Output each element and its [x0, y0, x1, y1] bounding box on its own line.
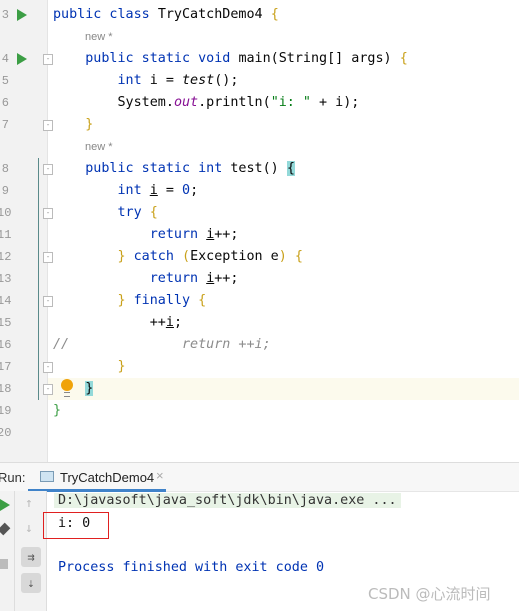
- run-tab-label: TryCatchDemo4: [60, 470, 155, 485]
- console-side-toolbar: ↑ ↓ ⇉ ⇣: [15, 491, 47, 611]
- line-number: 10: [0, 206, 12, 220]
- code-vision-hint[interactable]: new *: [85, 31, 113, 43]
- fold-icon[interactable]: -: [43, 54, 53, 65]
- fold-icon[interactable]: -: [43, 208, 53, 219]
- wrench-icon[interactable]: [0, 522, 11, 536]
- down-arrow-icon[interactable]: ↓: [25, 521, 33, 536]
- run-toolbar: Run: TryCatchDemo4 ×: [0, 462, 519, 492]
- line-number: 11: [0, 228, 12, 242]
- close-tab-icon[interactable]: ×: [156, 468, 164, 483]
- rerun-icon[interactable]: [0, 499, 10, 511]
- soft-wrap-icon[interactable]: ⇉: [21, 547, 41, 567]
- run-tab[interactable]: TryCatchDemo4 ×: [28, 463, 166, 492]
- line-number: 7: [1, 118, 9, 132]
- code-line: public static int test() {: [85, 161, 295, 176]
- line-number: 5: [1, 74, 9, 88]
- line-number: 6: [1, 96, 9, 110]
- line-number: 12: [0, 250, 12, 264]
- line-number: 20: [0, 426, 12, 440]
- line-number: 8: [1, 162, 9, 176]
- fold-icon[interactable]: -: [43, 296, 53, 307]
- scroll-to-end-icon[interactable]: ⇣: [21, 573, 41, 593]
- line-number: 19: [0, 404, 12, 418]
- fold-icon[interactable]: -: [43, 252, 53, 263]
- highlight-box: [43, 512, 109, 539]
- code-line: }: [85, 117, 94, 132]
- line-number: 13: [0, 272, 12, 286]
- current-line-highlight: [48, 378, 519, 400]
- stop-icon[interactable]: [0, 559, 8, 569]
- code-line: }: [53, 403, 62, 418]
- line-number: 3: [1, 8, 9, 22]
- fold-icon[interactable]: -: [43, 362, 53, 373]
- code-line: public static void main(String[] args) {: [85, 51, 408, 66]
- console-command-line: D:\javasoft\java_soft\jdk\bin\java.exe .…: [54, 493, 401, 508]
- line-number: 18: [0, 382, 12, 396]
- code-line: // return ++i;: [53, 337, 271, 352]
- line-number: 17: [0, 360, 12, 374]
- change-marker: [38, 158, 39, 400]
- code-line: try {: [117, 205, 158, 220]
- run-main-icon[interactable]: [17, 53, 27, 65]
- fold-icon[interactable]: -: [43, 164, 53, 175]
- code-line: int i = test();: [117, 73, 239, 88]
- line-number: 4: [1, 52, 9, 66]
- line-number: 14: [0, 294, 12, 308]
- fold-icon[interactable]: -: [43, 120, 53, 131]
- console-icon: [40, 471, 54, 482]
- watermark: CSDN @心流时间: [368, 585, 491, 603]
- code-line: int i = 0;: [117, 183, 199, 198]
- line-number: 9: [1, 184, 9, 198]
- code-line: System.out.println("i: " + i);: [53, 95, 360, 110]
- line-number: 16: [0, 338, 12, 352]
- code-vision-hint[interactable]: new *: [85, 141, 113, 153]
- code-line: }: [85, 381, 94, 396]
- fold-icon[interactable]: -: [43, 384, 53, 395]
- code-line: } catch (Exception e) {: [117, 249, 303, 264]
- code-line: return i++;: [149, 227, 239, 242]
- console-exit-line: Process finished with exit code 0: [58, 560, 325, 575]
- code-line: }: [117, 359, 126, 374]
- up-arrow-icon[interactable]: ↑: [25, 496, 33, 511]
- code-line: return i++;: [149, 271, 239, 286]
- code-line: } finally {: [117, 293, 207, 308]
- run-class-icon[interactable]: [17, 9, 27, 21]
- line-number: 15: [0, 316, 12, 330]
- run-label: Run:: [0, 470, 26, 485]
- code-line: ++i;: [53, 315, 182, 330]
- code-line: public class TryCatchDemo4 {: [53, 7, 279, 22]
- run-side-toolbar: [0, 491, 15, 611]
